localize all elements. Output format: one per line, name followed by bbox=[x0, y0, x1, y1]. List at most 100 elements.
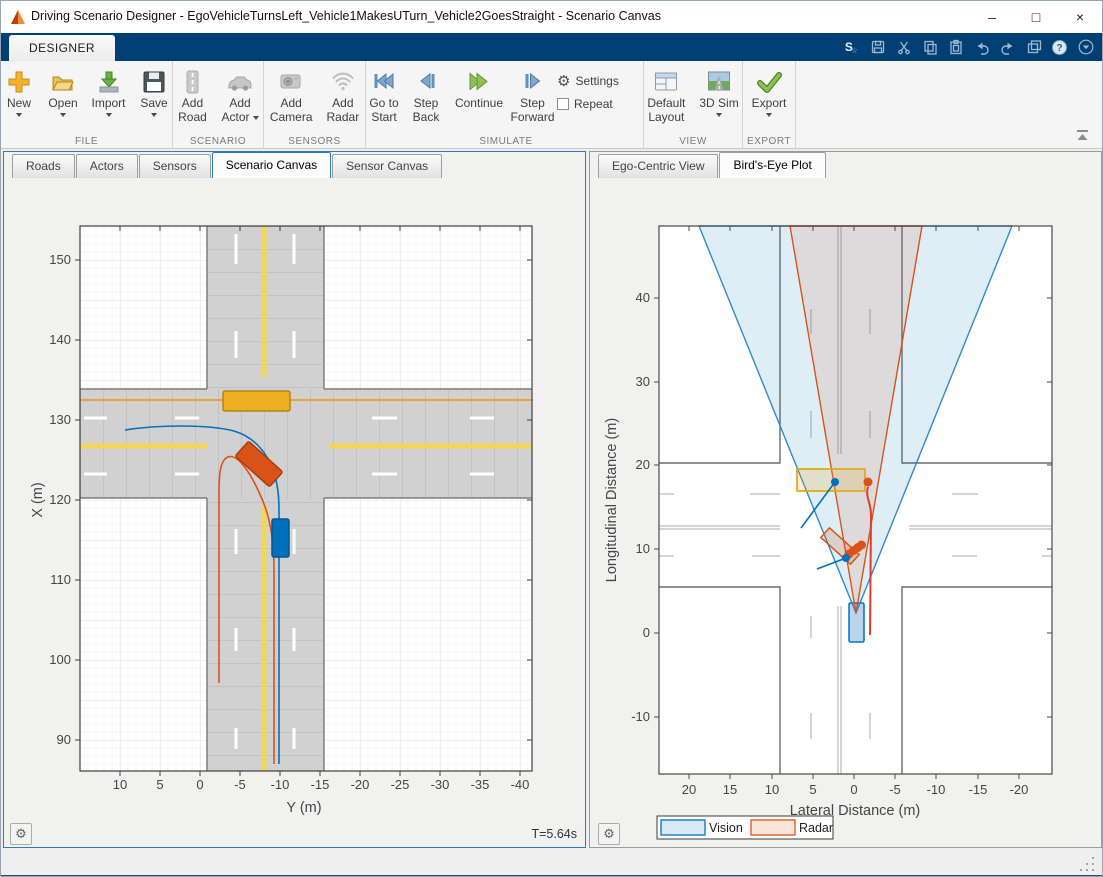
svg-text:-30: -30 bbox=[431, 777, 450, 792]
vehicle2-straight[interactable] bbox=[223, 391, 290, 411]
3d-sim-button[interactable]: 3D Sim bbox=[696, 66, 741, 119]
radar-legend-swatch bbox=[751, 820, 795, 835]
svg-text:5: 5 bbox=[156, 777, 163, 792]
save-disk-icon bbox=[141, 68, 167, 96]
svg-text:120: 120 bbox=[49, 492, 71, 507]
birds-eye-plot[interactable]: 20 15 10 5 0 -5 -10 -15 -20 40 30 20 10 … bbox=[590, 178, 1101, 847]
svg-text:-20: -20 bbox=[1010, 782, 1029, 797]
step-back-icon bbox=[414, 68, 438, 96]
svg-text:40: 40 bbox=[636, 290, 650, 305]
3d-sim-icon bbox=[706, 68, 732, 96]
y-axis-label: Longitudinal Distance (m) bbox=[604, 418, 620, 582]
cut-icon[interactable] bbox=[895, 39, 912, 56]
y-axis-label: X (m) bbox=[30, 482, 46, 517]
svg-text:-15: -15 bbox=[311, 777, 330, 792]
tab-designer[interactable]: DESIGNER bbox=[9, 35, 115, 61]
ribbon-section-export: Export EXPORT bbox=[743, 61, 796, 149]
save-icon[interactable] bbox=[869, 39, 886, 56]
ego-vehicle[interactable] bbox=[272, 519, 289, 557]
undo-icon[interactable] bbox=[973, 39, 990, 56]
maximize-button[interactable]: □ bbox=[1014, 1, 1058, 33]
step-back-button[interactable]: StepBack bbox=[408, 66, 444, 127]
step-forward-button[interactable]: StepForward bbox=[514, 66, 551, 127]
help-icon[interactable]: ? bbox=[1051, 39, 1068, 56]
tab-roads[interactable]: Roads bbox=[12, 154, 75, 178]
open-folder-icon bbox=[50, 68, 76, 96]
svg-text:110: 110 bbox=[50, 572, 71, 587]
scenario-canvas-plot[interactable]: 10 5 0 -5 -10 -15 -20 -25 -30 -35 -40 15… bbox=[4, 178, 585, 847]
paste-icon[interactable] bbox=[947, 39, 964, 56]
continue-button[interactable]: Continue bbox=[450, 66, 508, 112]
ribbon-section-scenario: AddRoad AddActor SCENARIO bbox=[173, 61, 264, 149]
import-button[interactable]: Import bbox=[89, 66, 128, 119]
redo-icon[interactable] bbox=[999, 39, 1016, 56]
vision-legend-swatch bbox=[661, 820, 705, 835]
svg-text:20: 20 bbox=[636, 457, 650, 472]
more-options-icon[interactable] bbox=[1077, 39, 1094, 56]
ribbon-section-file: New Open Import Save FILE bbox=[1, 61, 173, 149]
repeat-checkbox[interactable]: Repeat bbox=[557, 97, 643, 111]
default-layout-button[interactable]: DefaultLayout bbox=[644, 66, 688, 127]
svg-text:5: 5 bbox=[809, 782, 816, 797]
radar-detection-far bbox=[864, 478, 873, 487]
app-window: Driving Scenario Designer - EgoVehicleTu… bbox=[0, 0, 1103, 877]
tab-sensors[interactable]: Sensors bbox=[139, 154, 211, 178]
add-radar-button[interactable]: AddRadar bbox=[324, 66, 363, 127]
birds-eye-pane: Ego-Centric View Bird's-Eye Plot bbox=[589, 151, 1102, 848]
svg-text:-5: -5 bbox=[889, 782, 901, 797]
step-forward-icon bbox=[521, 68, 545, 96]
chevron-down-icon bbox=[16, 113, 22, 117]
svg-text:100: 100 bbox=[49, 652, 71, 667]
go-to-start-button[interactable]: Go toStart bbox=[366, 66, 402, 127]
quick-access-toolbar: S☆ ? bbox=[843, 37, 1094, 57]
ribbon-section-simulate: Go toStart StepBack Continue StepForward… bbox=[366, 61, 644, 149]
svg-text:130: 130 bbox=[49, 412, 71, 427]
shortcuts-icon[interactable]: S☆ bbox=[843, 39, 860, 56]
svg-text:30: 30 bbox=[636, 374, 650, 389]
resize-grip[interactable] bbox=[1080, 855, 1098, 877]
ribbon-section-view: DefaultLayout 3D Sim VIEW bbox=[644, 61, 743, 149]
plot-settings-button[interactable]: ⚙ bbox=[598, 823, 620, 845]
chevron-down-icon bbox=[253, 116, 259, 120]
minimize-button[interactable]: – bbox=[970, 1, 1014, 33]
vision-detection-near bbox=[842, 554, 850, 562]
save-button[interactable]: Save bbox=[136, 66, 172, 119]
svg-text:-10: -10 bbox=[927, 782, 946, 797]
tab-ego-centric-view[interactable]: Ego-Centric View bbox=[598, 154, 718, 178]
svg-text:-40: -40 bbox=[511, 777, 530, 792]
camera-icon bbox=[278, 68, 304, 96]
checkbox-icon bbox=[557, 98, 569, 110]
tab-sensor-canvas[interactable]: Sensor Canvas bbox=[332, 154, 442, 178]
collapse-ribbon-button[interactable] bbox=[1074, 128, 1090, 142]
svg-text:-5: -5 bbox=[234, 777, 246, 792]
close-button[interactable]: × bbox=[1058, 1, 1102, 33]
play-continue-icon bbox=[465, 68, 493, 96]
svg-text:10: 10 bbox=[765, 782, 779, 797]
tab-scenario-canvas[interactable]: Scenario Canvas bbox=[212, 152, 331, 178]
radar-legend-label: Radar bbox=[799, 821, 833, 835]
new-button[interactable]: New bbox=[1, 66, 37, 119]
vision-detection-far bbox=[831, 478, 839, 486]
tab-actors[interactable]: Actors bbox=[76, 154, 138, 178]
add-actor-button[interactable]: AddActor bbox=[218, 66, 261, 127]
open-button[interactable]: Open bbox=[45, 66, 81, 119]
vision-legend-label: Vision bbox=[709, 821, 743, 835]
copy-icon[interactable] bbox=[921, 39, 938, 56]
canvas-settings-button[interactable]: ⚙ bbox=[10, 823, 32, 845]
svg-text:-10: -10 bbox=[631, 709, 650, 724]
svg-text:90: 90 bbox=[57, 732, 71, 747]
add-road-button[interactable]: AddRoad bbox=[174, 66, 210, 127]
tab-birds-eye-plot[interactable]: Bird's-Eye Plot bbox=[719, 152, 825, 178]
gear-icon: ⚙ bbox=[557, 72, 570, 90]
svg-text:-15: -15 bbox=[969, 782, 988, 797]
title-bar: Driving Scenario Designer - EgoVehicleTu… bbox=[1, 1, 1102, 33]
chevron-down-icon bbox=[716, 113, 722, 117]
settings-button[interactable]: ⚙ Settings bbox=[557, 72, 643, 90]
export-button[interactable]: Export bbox=[749, 66, 790, 119]
add-camera-button[interactable]: AddCamera bbox=[267, 66, 316, 127]
gear-icon: ⚙ bbox=[15, 827, 27, 842]
svg-text:150: 150 bbox=[49, 252, 71, 267]
window-layout-icon[interactable] bbox=[1025, 39, 1042, 56]
svg-text:20: 20 bbox=[682, 782, 696, 797]
svg-text:10: 10 bbox=[113, 777, 127, 792]
